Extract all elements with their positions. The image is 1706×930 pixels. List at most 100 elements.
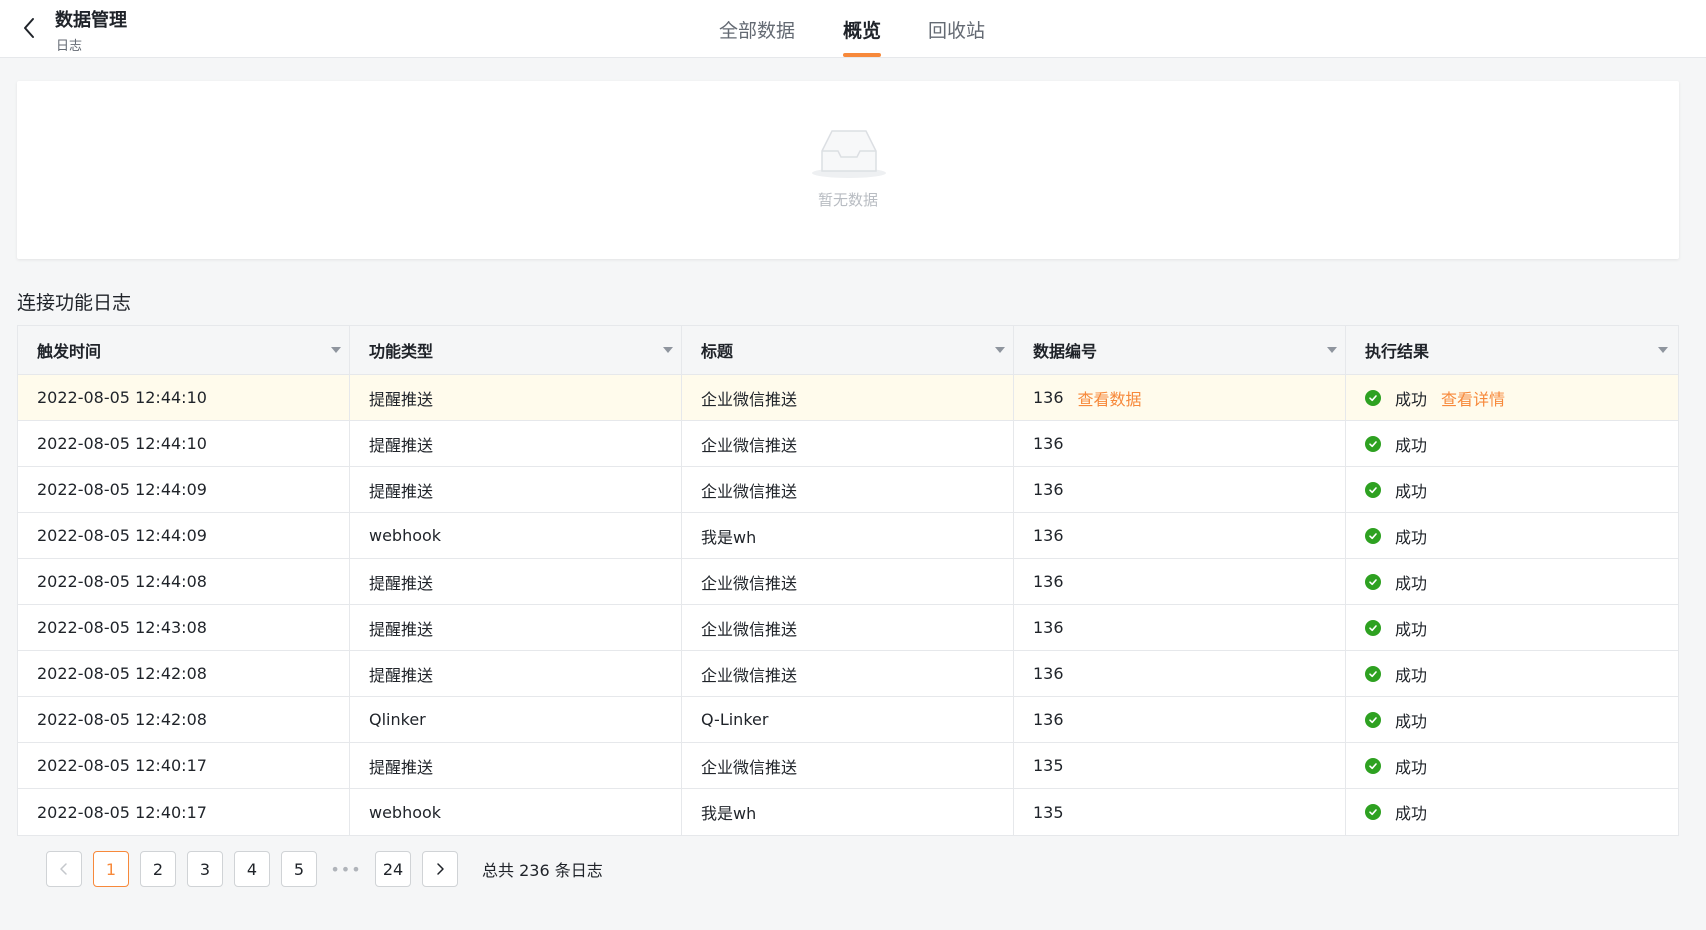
- page-button-4[interactable]: 4: [234, 851, 270, 887]
- tab-recycle-bin[interactable]: 回收站: [928, 16, 985, 43]
- cell-data-id: 136: [1014, 421, 1346, 466]
- tab-bar: 全部数据 概览 回收站: [0, 0, 1706, 58]
- active-tab-indicator: [843, 53, 881, 57]
- trigger-time-text: 2022-08-05 12:42:08: [37, 710, 207, 729]
- column-header-data-id[interactable]: 数据编号: [1014, 326, 1346, 374]
- status-text: 成功: [1395, 435, 1428, 455]
- table-row[interactable]: 2022-08-05 12:42:08 提醒推送 企业微信推送 136 成功: [18, 651, 1678, 697]
- cell-trigger-time: 2022-08-05 12:44:09: [18, 467, 350, 512]
- success-check-icon: [1365, 757, 1381, 774]
- next-page-button[interactable]: [422, 851, 458, 887]
- cell-function-type: 提醒推送: [350, 559, 682, 604]
- column-header-title[interactable]: 标题: [682, 326, 1014, 374]
- cell-title: 企业微信推送: [682, 559, 1014, 604]
- data-id-text: 136: [1033, 618, 1064, 637]
- cell-function-type: webhook: [350, 789, 682, 835]
- column-header-function-type[interactable]: 功能类型: [350, 326, 682, 374]
- cell-trigger-time: 2022-08-05 12:44:10: [18, 421, 350, 466]
- table-row[interactable]: 2022-08-05 12:44:10 提醒推送 企业微信推送 136 成功: [18, 421, 1678, 467]
- check-icon: [1369, 578, 1377, 585]
- caret-down-icon[interactable]: [663, 347, 673, 353]
- success-check-icon: [1365, 481, 1381, 498]
- function-type-text: 提醒推送: [369, 573, 434, 593]
- cell-data-id: 135: [1014, 789, 1346, 835]
- column-header-trigger-time[interactable]: 触发时间: [18, 326, 350, 374]
- table-header-row: 触发时间 功能类型 标题 数据编号 执行结果: [18, 326, 1678, 375]
- status-text: 成功: [1395, 665, 1428, 685]
- cell-result: 成功: [1346, 743, 1676, 788]
- caret-down-icon[interactable]: [1658, 347, 1668, 353]
- cell-trigger-time: 2022-08-05 12:42:08: [18, 697, 350, 742]
- title-text: 企业微信推送: [701, 619, 798, 639]
- function-type-text: 提醒推送: [369, 619, 434, 639]
- cell-result: 成功: [1346, 605, 1676, 650]
- table-row[interactable]: 2022-08-05 12:44:09 提醒推送 企业微信推送 136 成功: [18, 467, 1678, 513]
- cell-title: 企业微信推送: [682, 651, 1014, 696]
- trigger-time-text: 2022-08-05 12:44:08: [37, 572, 207, 591]
- page-button-1[interactable]: 1: [93, 851, 129, 887]
- function-type-text: 提醒推送: [369, 665, 434, 685]
- cell-result: 成功: [1346, 559, 1676, 604]
- table-row[interactable]: 2022-08-05 12:42:08 Qlinker Q-Linker 136 成功: [18, 697, 1678, 743]
- status-text: 成功: [1395, 481, 1428, 501]
- check-icon: [1369, 624, 1377, 631]
- cell-result: 成功: [1346, 513, 1676, 558]
- table-row[interactable]: 2022-08-05 12:44:08 提醒推送 企业微信推送 136 成功: [18, 559, 1678, 605]
- cell-trigger-time: 2022-08-05 12:42:08: [18, 651, 350, 696]
- view-details-link[interactable]: 查看详情: [1441, 386, 1505, 410]
- trigger-time-text: 2022-08-05 12:43:08: [37, 618, 207, 637]
- overview-card: 暂无数据: [17, 81, 1679, 259]
- trigger-time-text: 2022-08-05 12:44:10: [37, 388, 207, 407]
- cell-data-id: 135: [1014, 743, 1346, 788]
- cell-trigger-time: 2022-08-05 12:43:08: [18, 605, 350, 650]
- cell-data-id: 136: [1014, 697, 1346, 742]
- page-button-last[interactable]: 24: [375, 851, 411, 887]
- check-icon: [1369, 440, 1377, 447]
- check-icon: [1369, 809, 1377, 816]
- cell-function-type: 提醒推送: [350, 651, 682, 696]
- title-text: 企业微信推送: [701, 389, 798, 409]
- success-check-icon: [1365, 711, 1381, 728]
- title-text: 企业微信推送: [701, 435, 798, 455]
- cell-title: 企业微信推送: [682, 743, 1014, 788]
- view-data-link[interactable]: 查看数据: [1078, 386, 1142, 410]
- cell-title: 我是wh: [682, 789, 1014, 835]
- table-row[interactable]: 2022-08-05 12:40:17 提醒推送 企业微信推送 135 成功: [18, 743, 1678, 789]
- tab-overview[interactable]: 概览: [843, 16, 881, 43]
- cell-function-type: 提醒推送: [350, 375, 682, 420]
- page-button-2[interactable]: 2: [140, 851, 176, 887]
- cell-function-type: 提醒推送: [350, 467, 682, 512]
- page-button-3[interactable]: 3: [187, 851, 223, 887]
- table-row[interactable]: 2022-08-05 12:43:08 提醒推送 企业微信推送 136 成功: [18, 605, 1678, 651]
- cell-trigger-time: 2022-08-05 12:40:17: [18, 789, 350, 835]
- check-icon: [1369, 532, 1377, 539]
- check-icon: [1369, 670, 1377, 677]
- data-id-text: 136: [1033, 388, 1064, 407]
- caret-down-icon[interactable]: [1327, 347, 1337, 353]
- cell-result: 成功: [1346, 467, 1676, 512]
- total-count: 总共 236 条日志: [482, 861, 603, 880]
- table-row[interactable]: 2022-08-05 12:44:09 webhook 我是wh 136 成功: [18, 513, 1678, 559]
- table-row[interactable]: 2022-08-05 12:44:10 提醒推送 企业微信推送 136 查看数据 成功 查看…: [18, 375, 1678, 421]
- caret-down-icon[interactable]: [995, 347, 1005, 353]
- more-pages-ellipsis[interactable]: •••: [328, 851, 364, 887]
- prev-page-button[interactable]: [46, 851, 82, 887]
- cell-result: 成功: [1346, 421, 1676, 466]
- table-row[interactable]: 2022-08-05 12:40:17 webhook 我是wh 135 成功: [18, 789, 1678, 835]
- check-icon: [1369, 716, 1377, 723]
- trigger-time-text: 2022-08-05 12:42:08: [37, 664, 207, 683]
- success-check-icon: [1365, 804, 1381, 820]
- column-header-result[interactable]: 执行结果: [1346, 326, 1676, 374]
- caret-down-icon[interactable]: [331, 347, 341, 353]
- empty-state-text: 暂无数据: [817, 191, 878, 209]
- page-button-5[interactable]: 5: [281, 851, 317, 887]
- empty-inbox-icon: [812, 130, 886, 178]
- status-text: 成功: [1395, 573, 1428, 593]
- cell-trigger-time: 2022-08-05 12:40:17: [18, 743, 350, 788]
- function-type-text: Qlinker: [369, 710, 426, 729]
- status-text: 成功: [1395, 389, 1428, 409]
- tab-all-data[interactable]: 全部数据: [719, 16, 795, 43]
- trigger-time-text: 2022-08-05 12:40:17: [37, 756, 207, 775]
- function-type-text: 提醒推送: [369, 435, 434, 455]
- function-type-text: webhook: [369, 802, 442, 822]
